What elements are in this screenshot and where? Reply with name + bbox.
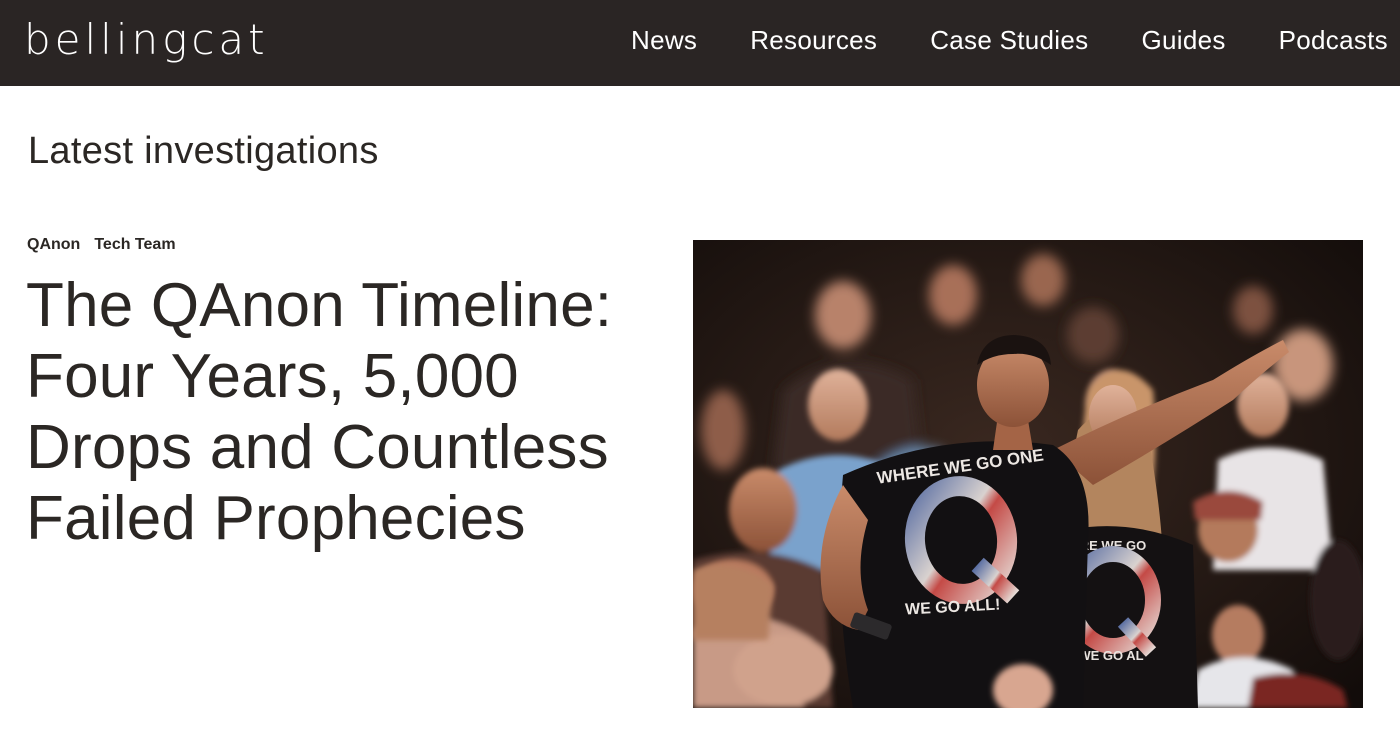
bellingcat-logo[interactable]: bellingcat: [24, 16, 269, 64]
section-title: Latest investigations: [28, 130, 379, 172]
tag-tech-team[interactable]: Tech Team: [94, 236, 175, 254]
site-header: bellingcat News Resources Case Studies G…: [0, 0, 1400, 86]
logo-wordmark: bellingcat: [24, 15, 269, 64]
article-photo[interactable]: RE WE GO WE GO AL WHERE WE GO ONE WE GO …: [693, 240, 1363, 708]
tag-qanon[interactable]: QAnon: [27, 236, 80, 254]
shirt-back-bottom-text: WE GO AL: [1078, 648, 1143, 663]
main-nav: News Resources Case Studies Guides Podca…: [578, 0, 1388, 80]
nav-item-guides[interactable]: Guides: [1141, 25, 1225, 56]
nav-item-news[interactable]: News: [631, 25, 697, 56]
nav-item-podcasts[interactable]: Podcasts: [1279, 25, 1388, 56]
nav-item-case-studies[interactable]: Case Studies: [930, 25, 1088, 56]
nav-item-resources[interactable]: Resources: [750, 25, 877, 56]
article-headline: The QAnon Timeline: Four Years, 5,000 Dr…: [26, 270, 656, 554]
crowd-photo-illustration: RE WE GO WE GO AL WHERE WE GO ONE WE GO …: [693, 240, 1363, 708]
article-headline-link[interactable]: The QAnon Timeline: Four Years, 5,000 Dr…: [26, 271, 612, 553]
article-tags: QAnon Tech Team: [27, 236, 190, 254]
